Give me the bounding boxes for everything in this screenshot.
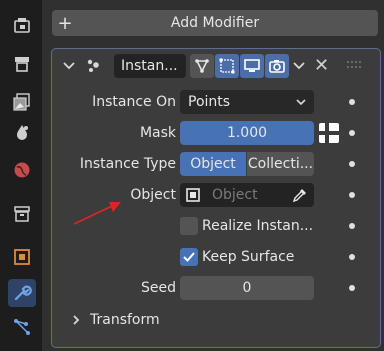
on-cage-toggle[interactable] <box>215 54 239 78</box>
instance-type-collection-option[interactable]: Collecti... <box>247 152 314 176</box>
keyframe-dot[interactable] <box>349 130 355 136</box>
modifier-header: Instan... ✕ <box>52 49 380 85</box>
instance-on-value: Points <box>188 94 231 110</box>
keyframe-dot[interactable] <box>349 223 355 229</box>
particles-icon[interactable] <box>8 313 36 341</box>
modifier-icon[interactable] <box>8 279 36 307</box>
transform-label: Transform <box>90 312 160 328</box>
edit-mode-toggle[interactable] <box>190 54 214 78</box>
realize-instances-label: Realize Instan... <box>202 218 314 234</box>
keyframe-dot[interactable] <box>349 99 355 105</box>
instance-on-row: Instance On Points <box>52 89 380 115</box>
object-label: Object <box>130 187 176 203</box>
chevron-right-icon <box>70 314 82 330</box>
checkmark-icon <box>183 252 195 262</box>
keyframe-dot[interactable] <box>349 254 355 260</box>
properties-tab-bar <box>0 0 42 351</box>
mask-row: Mask 1.000 <box>52 120 380 146</box>
keep-surface-checkbox[interactable] <box>180 248 198 266</box>
keyframe-dot[interactable] <box>349 285 355 291</box>
chevron-down-icon <box>296 90 306 122</box>
object-icon <box>186 188 200 206</box>
keyframe-dot[interactable] <box>349 161 355 167</box>
tool-icon[interactable] <box>8 12 36 40</box>
object-icon[interactable] <box>8 243 36 271</box>
attribute-toggle-icon[interactable] <box>318 122 340 148</box>
render-camera-toggle[interactable] <box>265 54 289 78</box>
annotation-arrow <box>73 202 121 225</box>
object-placeholder: Object <box>212 187 258 203</box>
mask-slider[interactable]: 1.000 <box>180 121 314 145</box>
object-picker-field[interactable]: Object <box>180 183 314 207</box>
instance-on-dropdown[interactable]: Points <box>180 90 314 114</box>
drag-handle-icon[interactable] <box>346 58 362 74</box>
plus-icon: + <box>57 12 73 34</box>
keep-surface-row: Keep Surface <box>52 244 380 270</box>
world-icon[interactable] <box>8 156 36 184</box>
modifier-name-field[interactable]: Instan... <box>114 54 186 78</box>
realize-instances-checkbox[interactable] <box>180 217 198 235</box>
render-icon[interactable] <box>8 50 36 78</box>
instance-type-object-option[interactable]: Object <box>180 152 246 176</box>
add-modifier-label: Add Modifier <box>170 15 260 31</box>
chevron-down-icon[interactable] <box>292 59 306 77</box>
keep-surface-label: Keep Surface <box>202 249 295 265</box>
seed-label: Seed <box>141 280 176 296</box>
geometry-nodes-icon <box>84 57 104 81</box>
output-icon[interactable] <box>8 88 36 116</box>
transform-subpanel-header[interactable]: Transform <box>52 307 380 333</box>
chevron-down-icon[interactable] <box>62 59 76 77</box>
properties-editor: + Add Modifier Instan... ✕ Instance On P… <box>42 0 384 351</box>
keyframe-dot[interactable] <box>349 192 355 198</box>
eyedropper-icon[interactable] <box>292 187 308 207</box>
seed-field[interactable]: 0 <box>180 276 314 300</box>
viewport-display-toggle[interactable] <box>240 54 264 78</box>
instance-on-label: Instance On <box>92 94 176 110</box>
instance-type-label: Instance Type <box>79 156 176 172</box>
instance-type-row: Instance Type Object Collecti... <box>52 151 380 177</box>
collection-icon[interactable] <box>8 200 36 228</box>
seed-row: Seed 0 <box>52 275 380 301</box>
add-modifier-button[interactable]: + Add Modifier <box>52 10 378 36</box>
close-icon[interactable]: ✕ <box>314 55 329 76</box>
mask-label: Mask <box>139 125 176 141</box>
view-layer-icon[interactable] <box>8 118 36 146</box>
